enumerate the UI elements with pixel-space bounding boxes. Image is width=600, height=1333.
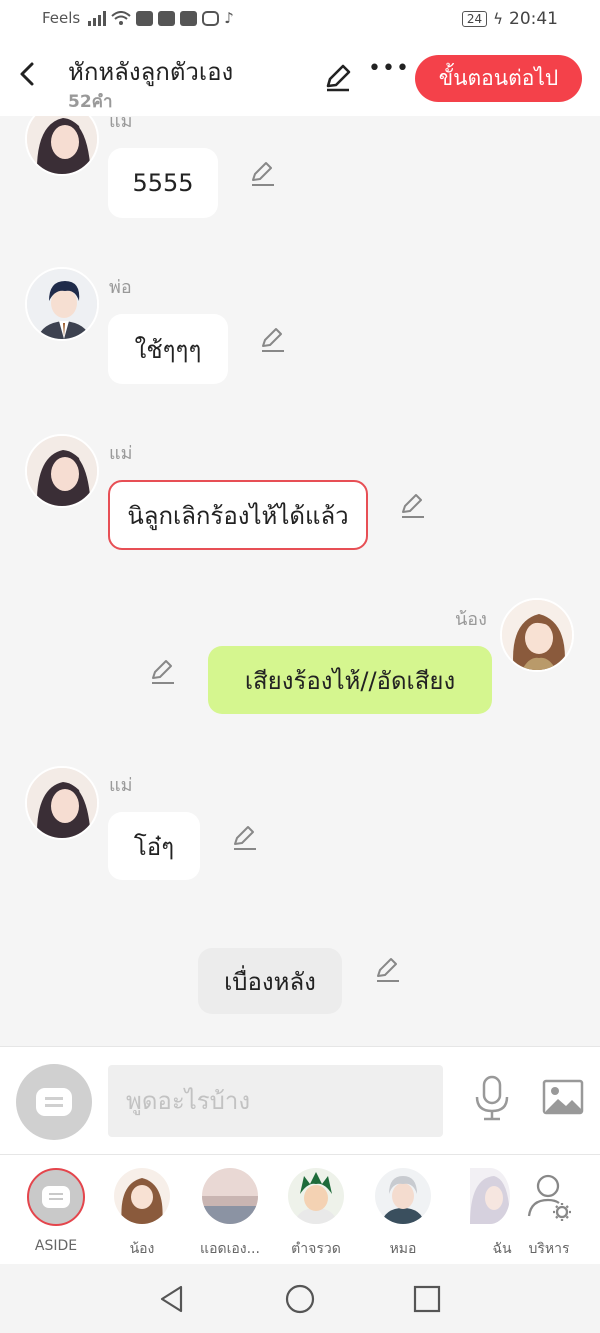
app-header: หักหลังลูกตัวเอง 52คำ ••• ขั้นตอนต่อไป: [0, 40, 600, 116]
sender-name: แม่: [109, 775, 133, 796]
nav-back-icon[interactable]: [157, 1284, 187, 1314]
avatar-mom[interactable]: [25, 434, 99, 508]
nav-home-icon[interactable]: [285, 1284, 315, 1314]
sender-name: แม่: [109, 443, 133, 464]
page-title: หักหลังลูกตัวเอง: [68, 58, 234, 86]
aside-mode-button[interactable]: [16, 1064, 92, 1140]
message-bubble-self[interactable]: เสียงร้องไห้//อัดเสียง: [208, 646, 492, 714]
edit-message-icon[interactable]: [248, 160, 276, 188]
nav-recents-icon[interactable]: [412, 1284, 442, 1314]
next-step-button[interactable]: ขั้นตอนต่อไป: [415, 55, 582, 102]
aside-avatar: [27, 1168, 85, 1226]
instagram-icon: [202, 10, 220, 26]
sender-name: พ่อ: [109, 277, 132, 298]
character-label: น้อง: [129, 1241, 155, 1257]
signal-icon: [88, 10, 107, 26]
youtube-icon: [136, 10, 154, 26]
message-bubble[interactable]: โอ๋ๆ: [108, 812, 200, 880]
avatar-dad[interactable]: [25, 267, 99, 341]
edit-message-icon[interactable]: [230, 824, 258, 852]
tiktok-icon: ♪: [224, 9, 234, 27]
character-label: ตำจรวด: [291, 1241, 341, 1257]
input-bar: [0, 1046, 600, 1154]
edit-message-icon[interactable]: [398, 492, 426, 520]
sender-name: น้อง: [455, 609, 487, 630]
character-aside[interactable]: ASIDE: [17, 1168, 95, 1254]
edit-message-icon[interactable]: [373, 956, 401, 984]
wifi-icon: [111, 10, 131, 25]
avatar: [288, 1168, 344, 1224]
avatar: [375, 1168, 431, 1224]
notification-icons: ♪: [88, 9, 234, 27]
edit-icon[interactable]: [322, 62, 354, 94]
message-bubble-selected[interactable]: นิลูกเลิกร้องไห้ได้แล้ว: [108, 480, 368, 550]
character-bar: ASIDE น้อง แอดเอง... ตำจรวด หมอ ฉัน บริห…: [0, 1154, 600, 1264]
sender-name: แม่: [109, 116, 133, 132]
character-admin[interactable]: แอดเอง...: [191, 1168, 269, 1260]
battery-indicator: 24: [461, 11, 488, 27]
edit-message-icon[interactable]: [148, 658, 176, 686]
chat-area[interactable]: แม่ 5555 พ่อ ใช้ๆๆๆ แม่ นิลูกเลิกร้องไห้…: [0, 116, 600, 1046]
word-count: 52คำ: [68, 92, 113, 112]
back-icon[interactable]: [14, 58, 42, 90]
edit-message-icon[interactable]: [258, 326, 286, 354]
narration-bubble[interactable]: เบื่องหลัง: [198, 948, 342, 1014]
charging-icon: ϟ: [493, 10, 503, 28]
chat-bubble-icon: [36, 1088, 72, 1116]
youtube-icon: [158, 10, 176, 26]
avatar: [470, 1168, 510, 1224]
avatar-mom[interactable]: [25, 116, 99, 176]
avatar: [114, 1168, 170, 1224]
character-label: ASIDE: [34, 1238, 78, 1254]
character-doctor[interactable]: หมอ: [364, 1168, 442, 1260]
status-left: Feels ♪: [42, 9, 234, 27]
manage-characters-button[interactable]: บริหาร: [510, 1168, 588, 1260]
character-label: บริหาร: [528, 1241, 570, 1257]
character-police[interactable]: ตำจรวด: [277, 1168, 355, 1260]
character-label: หมอ: [389, 1241, 417, 1257]
image-icon[interactable]: [542, 1079, 584, 1115]
message-input[interactable]: [108, 1065, 443, 1137]
clock: 20:41: [509, 9, 558, 29]
carrier-label: Feels: [42, 9, 81, 27]
message-bubble[interactable]: ใช้ๆๆๆ: [108, 314, 228, 384]
avatar-sibling[interactable]: [500, 598, 574, 672]
avatar-mom[interactable]: [25, 766, 99, 840]
facebook-icon: [180, 10, 198, 26]
manage-users-icon: [527, 1174, 571, 1221]
microphone-icon[interactable]: [472, 1075, 512, 1121]
more-options-icon[interactable]: •••: [368, 56, 410, 81]
character-label: แอดเอง...: [200, 1241, 260, 1257]
chat-bubble-icon: [42, 1186, 70, 1208]
status-right: 24 ϟ 20:41: [461, 9, 558, 29]
status-bar: Feels ♪ 24 ϟ 20:41: [0, 0, 600, 40]
character-sibling[interactable]: น้อง: [103, 1168, 181, 1260]
message-bubble[interactable]: 5555: [108, 148, 218, 218]
avatar: [202, 1168, 258, 1224]
system-nav-bar: [0, 1264, 600, 1333]
